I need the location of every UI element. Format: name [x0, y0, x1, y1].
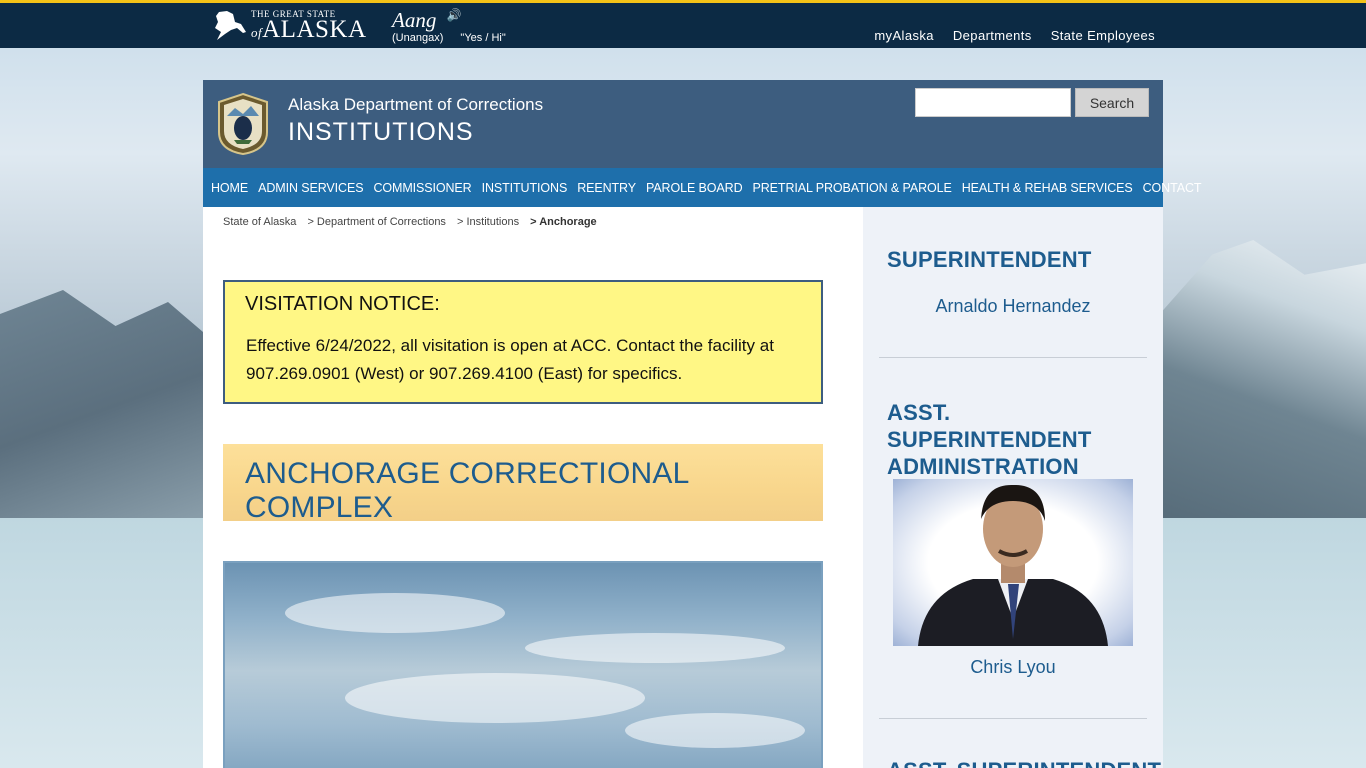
superintendent-name: Arnaldo Hernandez	[935, 296, 1091, 316]
background-mountains-right	[1161, 240, 1366, 530]
facility-banner: ANCHORAGE CORRECTIONAL COMPLEX	[223, 444, 823, 524]
aang-meaning: "Yes / Hi"	[460, 32, 506, 44]
search-input[interactable]	[915, 88, 1071, 117]
aang-word: Aang	[392, 8, 437, 32]
link-departments[interactable]: Departments	[953, 28, 1032, 43]
notice-body: Effective 6/24/2022, all visitation is o…	[246, 336, 774, 383]
superintendent-heading: SUPERINTENDENT	[887, 247, 1092, 272]
asst-superintendent-admin-name: Chris Lyou	[970, 657, 1056, 677]
staff-sidebar: SUPERINTENDENT Arnaldo Hernandez ASST. S…	[863, 207, 1163, 768]
sidebar-divider	[879, 718, 1147, 719]
department-name: Alaska Department of Corrections	[288, 95, 544, 114]
nav-home[interactable]: HOME	[211, 181, 248, 195]
main-nav: HOME ADMIN SERVICES COMMISSIONER INSTITU…	[203, 168, 1202, 207]
sidebar-divider	[879, 357, 1147, 358]
search-button[interactable]: Search	[1075, 88, 1149, 117]
background-mountains-left	[0, 290, 210, 530]
corrections-seal-icon[interactable]	[215, 92, 271, 156]
nav-health-rehab-services[interactable]: HEALTH & REHAB SERVICES	[962, 181, 1133, 195]
facility-title: ANCHORAGE CORRECTIONAL COMPLEX	[245, 457, 689, 524]
nav-contact[interactable]: CONTACT	[1143, 181, 1202, 195]
section-title: INSTITUTIONS	[288, 118, 474, 146]
nav-reentry[interactable]: REENTRY	[577, 181, 636, 195]
breadcrumb-current: > Anchorage	[530, 216, 597, 228]
staff-portrait	[893, 479, 1133, 646]
aang-greeting: Aang 🔊 (Unangax) "Yes / Hi"	[392, 8, 506, 44]
department-header: Alaska Department of Corrections INSTITU…	[203, 80, 1163, 168]
notice-title: VISITATION NOTICE:	[245, 293, 440, 315]
nav-pretrial-probation-parole[interactable]: PRETRIAL PROBATION & PAROLE	[753, 181, 952, 195]
alaska-logo[interactable]: THE GREAT STATE ofALASKA	[213, 9, 367, 43]
visitation-notice: VISITATION NOTICE: Effective 6/24/2022, …	[223, 280, 823, 404]
asst-superintendent-heading: ASST. SUPERINTENDENT	[887, 758, 1161, 768]
logo-big-text: ofALASKA	[251, 16, 367, 43]
nav-institutions[interactable]: INSTITUTIONS	[482, 181, 568, 195]
breadcrumb: State of Alaska > Department of Correcti…	[223, 216, 605, 228]
nav-parole-board[interactable]: PAROLE BOARD	[646, 181, 743, 195]
nav-commissioner[interactable]: COMMISSIONER	[373, 181, 471, 195]
facility-photo	[223, 561, 823, 768]
breadcrumb-state[interactable]: State of Alaska	[223, 216, 296, 228]
breadcrumb-department[interactable]: > Department of Corrections	[307, 216, 445, 228]
nav-admin-services[interactable]: ADMIN SERVICES	[258, 181, 363, 195]
speaker-icon[interactable]: 🔊	[447, 8, 462, 22]
breadcrumb-institutions[interactable]: > Institutions	[457, 216, 519, 228]
top-links: myAlaska Departments State Employees	[874, 28, 1155, 43]
main-content: State of Alaska > Department of Correcti…	[203, 207, 863, 768]
link-myalaska[interactable]: myAlaska	[874, 28, 934, 43]
asst-superintendent-admin-heading: ASST. SUPERINTENDENT ADMINISTRATION	[887, 400, 1092, 479]
logo-text: THE GREAT STATE ofALASKA	[251, 10, 367, 43]
alaska-map-icon	[215, 11, 246, 40]
state-topbar: THE GREAT STATE ofALASKA Aang 🔊 (Unangax…	[0, 0, 1366, 48]
aang-language: (Unangax)	[392, 32, 444, 44]
link-state-employees[interactable]: State Employees	[1051, 28, 1155, 43]
aang-subtitle: (Unangax) "Yes / Hi"	[392, 32, 506, 44]
